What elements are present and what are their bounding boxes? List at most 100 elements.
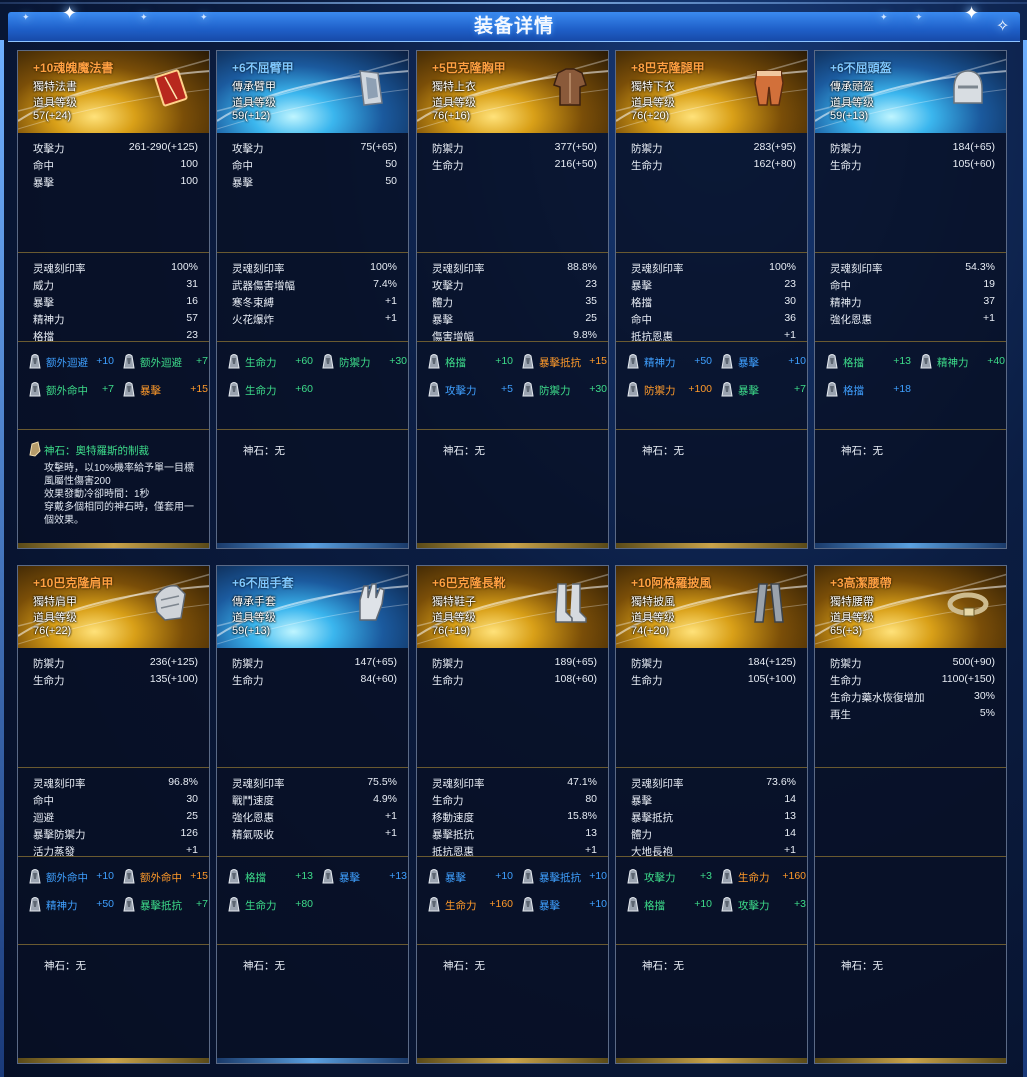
gem-slot[interactable]: 生命力 +160 <box>718 867 807 887</box>
stat-label: 精氣吸收 <box>232 829 274 841</box>
gem-value: +10 <box>694 898 712 910</box>
gem-slot[interactable]: 暴擊抵抗 +7 <box>120 895 209 915</box>
gem-slot[interactable]: 攻擊力 +3 <box>718 895 807 915</box>
sparkle-icon: ✦ <box>140 12 148 22</box>
card-bottom-trim <box>18 1058 209 1063</box>
divine-stone-section: 神石：无 <box>217 944 408 1063</box>
stat-row: 生命力 108(+60) <box>432 673 597 689</box>
card-bottom-trim <box>616 1058 807 1063</box>
soul-engrave-stats: 灵魂刻印率 96.8% 命中 30 迴避 25 暴擊防禦力 126 活力蒸發 +1 <box>18 767 209 865</box>
gem-slot[interactable]: 暴擊 +10 <box>519 895 608 915</box>
stat-row: 暴擊 23 <box>631 278 796 294</box>
gem-slot[interactable]: 额外命中 +7 <box>26 380 118 400</box>
gem-slot[interactable]: 防禦力 +30 <box>519 380 608 400</box>
divine-stone-section: 神石：无 <box>616 429 807 548</box>
gem-icon <box>319 352 337 370</box>
gem-value: +10 <box>788 355 806 367</box>
gem-slot[interactable]: 格擋 +13 <box>823 352 915 372</box>
stat-value: 37 <box>983 295 995 307</box>
equipment-card[interactable]: +5巴克隆胸甲 獨特上衣 道具等级 76(+16) 防禦力 377(+50) 生命力… <box>416 50 609 549</box>
gem-slot[interactable]: 格擋 +18 <box>823 380 915 400</box>
gem-label: 暴擊 <box>738 385 759 397</box>
divine-stone-label: 神石： <box>642 445 674 457</box>
divine-stone-status: 神石：无 <box>841 958 883 973</box>
equipment-card[interactable]: +6不屈手套 傳承手套 道具等级 59(+13) 防禦力 147(+65) 生命力 8… <box>216 565 409 1064</box>
gem-label: 精神力 <box>937 357 969 369</box>
shoulder-armor-icon <box>154 585 186 621</box>
gem-slot[interactable]: 暴擊抵抗 +10 <box>519 867 608 887</box>
stat-label: 體力 <box>432 297 453 309</box>
cape-icon <box>754 583 784 623</box>
gem-icon <box>225 352 243 370</box>
gem-slot[interactable]: 生命力 +160 <box>425 895 517 915</box>
gem-slot[interactable]: 额外迴避 +10 <box>26 352 118 372</box>
stat-label: 生命力 <box>631 160 663 172</box>
stat-value: 50 <box>385 175 397 187</box>
gem-slot[interactable]: 攻擊力 +3 <box>624 867 716 887</box>
gem-slot[interactable]: 格擋 +10 <box>624 895 716 915</box>
gem-icon <box>120 380 138 398</box>
stat-value: 13 <box>585 827 597 839</box>
gem-slot[interactable]: 生命力 +60 <box>225 380 317 400</box>
stat-value: 35 <box>585 295 597 307</box>
gem-label: 暴擊抵抗 <box>140 900 182 912</box>
stat-label: 防禦力 <box>830 658 862 670</box>
gem-slot[interactable]: 格擋 +13 <box>225 867 317 887</box>
gem-label: 额外迴避 <box>140 357 182 369</box>
gem-label: 格擋 <box>843 357 864 369</box>
gem-slot[interactable]: 暴擊 +13 <box>319 867 408 887</box>
divine-stone-status: 神石：无 <box>243 958 285 973</box>
stat-label: 灵魂刻印率 <box>33 263 86 275</box>
equipment-card[interactable]: +6不屈臂甲 傳承臂甲 道具等级 59(+12) 攻擊力 75(+65) 命中 50 暴… <box>216 50 409 549</box>
equipment-card[interactable]: +10魂魄魔法書 獨特法書 道具等级 57(+24) 攻擊力 261-290(+1… <box>17 50 210 549</box>
gem-slot[interactable]: 额外命中 +15 <box>120 867 209 887</box>
card-bottom-trim <box>815 543 1006 548</box>
gem-slot[interactable]: 精神力 +50 <box>624 352 716 372</box>
gem-slot[interactable]: 暴擊 +10 <box>425 867 517 887</box>
stat-row: 強化恩惠 +1 <box>232 810 397 826</box>
stat-label: 生命力 <box>631 675 663 687</box>
equipment-card[interactable]: +10巴克隆肩甲 獨特肩甲 道具等级 76(+22) 防禦力 236(+125) 生… <box>17 565 210 1064</box>
item-level-label: 道具等级 <box>432 612 476 624</box>
gem-slot[interactable]: 额外命中 +10 <box>26 867 118 887</box>
gem-slot[interactable]: 暴擊 +15 <box>120 380 209 400</box>
gem-slot[interactable]: 暴擊 +10 <box>718 352 807 372</box>
stat-label: 防禦力 <box>631 658 663 670</box>
gem-value: +7 <box>794 383 806 395</box>
gem-slot[interactable]: 暴擊 +7 <box>718 380 807 400</box>
gem-label: 暴擊 <box>738 357 759 369</box>
gem-value: +160 <box>489 898 513 910</box>
stat-row: 暴擊抵抗 13 <box>631 810 796 826</box>
gem-slot[interactable]: 攻擊力 +5 <box>425 380 517 400</box>
gem-slot[interactable]: 防禦力 +100 <box>624 380 716 400</box>
gem-slot[interactable]: 暴擊抵抗 +15 <box>519 352 608 372</box>
stat-label: 再生 <box>830 709 851 721</box>
gem-slot[interactable]: 防禦力 +30 <box>319 352 408 372</box>
item-type: 獨特下衣 <box>631 81 675 93</box>
gem-slot[interactable]: 精神力 +40 <box>917 352 1006 372</box>
stat-value: 31 <box>186 278 198 290</box>
stat-label: 威力 <box>33 280 54 292</box>
stat-value: 75(+65) <box>360 141 397 153</box>
gem-icon <box>718 380 736 398</box>
gem-slot[interactable]: 生命力 +80 <box>225 895 317 915</box>
gem-slot[interactable]: 格擋 +10 <box>425 352 517 372</box>
equipment-card[interactable]: +3高潔腰帶 獨特腰帶 道具等级 65(+3) 防禦力 500(+90) 生命力 11… <box>814 565 1007 1064</box>
stat-row: 防禦力 377(+50) <box>432 141 597 157</box>
equipment-card[interactable]: +8巴克隆腿甲 獨特下衣 道具等级 76(+20) 防禦力 283(+95) 生命力… <box>615 50 808 549</box>
item-name: +10阿格羅披風 <box>631 576 712 590</box>
gem-slot[interactable]: 生命力 +60 <box>225 352 317 372</box>
stat-row: 體力 35 <box>432 295 597 311</box>
stat-value: +1 <box>385 295 397 307</box>
stat-label: 攻擊力 <box>232 143 264 155</box>
equipment-card[interactable]: +10阿格羅披風 獨特披風 道具等级 74(+20) 防禦力 184(+125) 生… <box>615 565 808 1064</box>
equipment-card[interactable]: +6巴克隆長靴 獨特鞋子 道具等级 76(+19) 防禦力 189(+65) 生命力… <box>416 565 609 1064</box>
gem-slot[interactable]: 额外迴避 +7 <box>120 352 209 372</box>
item-banner: +6不屈手套 傳承手套 道具等级 59(+13) <box>217 566 408 648</box>
close-icon[interactable]: ✧ <box>996 18 1009 36</box>
gem-slot[interactable]: 精神力 +50 <box>26 895 118 915</box>
stat-value: 19 <box>983 278 995 290</box>
divine-stone-section: 神石：奧特羅斯的制裁 攻擊時，以10%機率給予單一目標 風屬性傷害200 效果發動… <box>18 429 209 548</box>
stat-row: 體力 14 <box>631 827 796 843</box>
equipment-card[interactable]: +6不屈頭盔 傳承頭盔 道具等级 59(+13) 防禦力 184(+65) 生命力 1… <box>814 50 1007 549</box>
